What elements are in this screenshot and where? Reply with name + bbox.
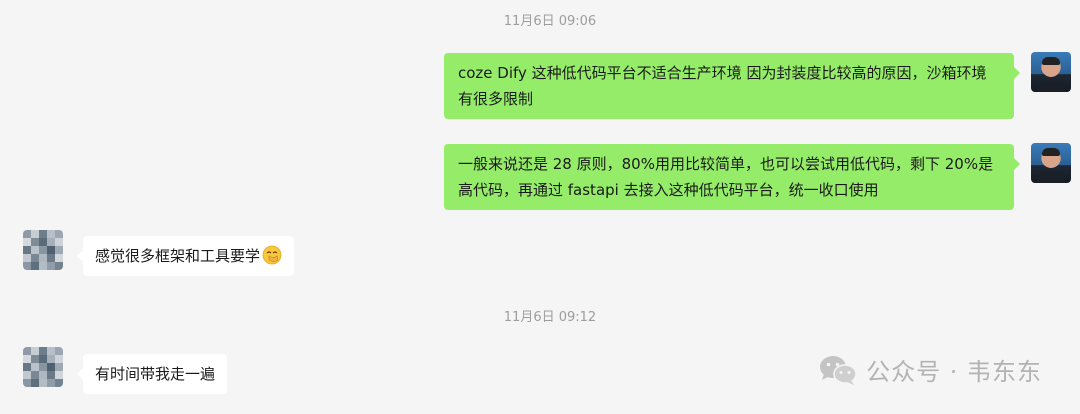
avatar-shirt (1037, 81, 1065, 92)
message-text: coze Dify 这种低代码平台不适合生产环境 因为封装度比较高的原因，沙箱环… (458, 64, 987, 108)
face-with-hand-over-mouth-emoji (262, 245, 282, 265)
message-text: 感觉很多框架和工具要学 (95, 247, 261, 265)
message-bubble-other[interactable]: 感觉很多框架和工具要学 (76, 236, 295, 276)
avatar-shirt (1037, 172, 1065, 183)
avatar[interactable] (1031, 143, 1071, 183)
wechat-logo-icon (820, 355, 857, 385)
message-text: 有时间带我走一遍 (95, 365, 216, 383)
avatar-hair (1042, 148, 1060, 156)
watermark-text: 公众号 · 韦东东 (866, 358, 1042, 386)
avatar[interactable] (23, 347, 63, 387)
avatar[interactable] (23, 230, 63, 270)
timestamp: 11月6日 09:06 (503, 14, 597, 29)
message-text: 一般来说还是 28 原则，80%用用比较简单，也可以尝试用低代码，剩下 20%是… (458, 155, 994, 199)
watermark: 公众号 · 韦东东 (818, 352, 1042, 387)
message-bubble-self[interactable]: coze Dify 这种低代码平台不适合生产环境 因为封装度比较高的原因，沙箱环… (444, 53, 1020, 119)
message-bubble-self[interactable]: 一般来说还是 28 原则，80%用用比较简单，也可以尝试用低代码，剩下 20%是… (444, 144, 1020, 210)
avatar[interactable] (1031, 52, 1071, 92)
message-bubble-other[interactable]: 有时间带我走一遍 (76, 354, 228, 394)
avatar-hair (1042, 57, 1060, 65)
timestamp: 11月6日 09:12 (503, 310, 597, 325)
